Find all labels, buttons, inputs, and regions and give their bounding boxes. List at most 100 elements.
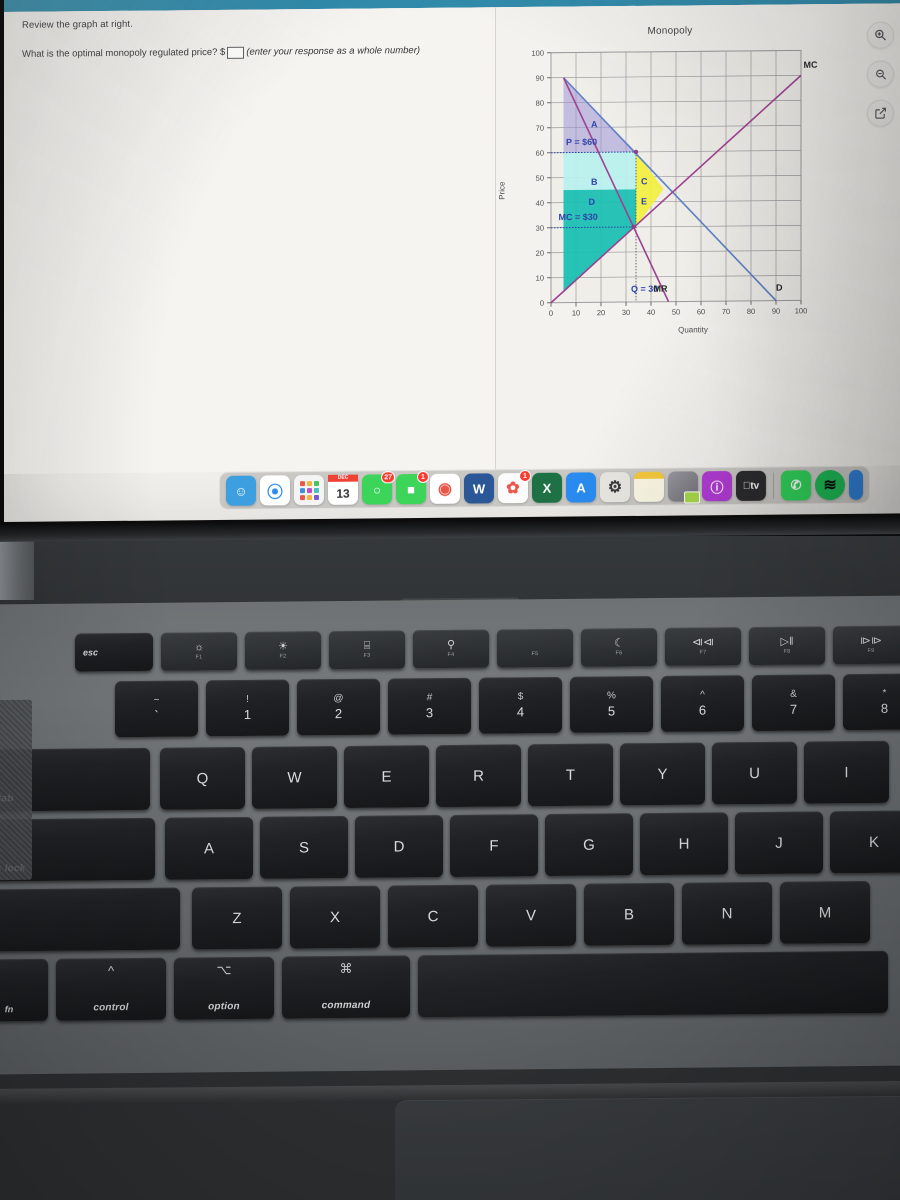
- svg-text:90: 90: [536, 74, 544, 83]
- monopoly-price-point: [634, 150, 638, 154]
- key-6[interactable]: ^ 6: [661, 675, 744, 732]
- dock-icon-microsoft-excel[interactable]: X: [532, 473, 562, 503]
- dock-icon-whatsapp[interactable]: ✆: [781, 470, 811, 500]
- key-control[interactable]: ^ control: [56, 958, 166, 1021]
- key-7[interactable]: & 7: [752, 674, 835, 731]
- key-k[interactable]: K: [830, 811, 900, 874]
- key-2[interactable]: @2: [297, 679, 380, 736]
- zoom-in-icon[interactable]: [867, 21, 894, 48]
- key-glyph: ⌘: [339, 962, 352, 975]
- key-glyph: ☾: [614, 638, 624, 649]
- key-s[interactable]: S: [260, 816, 348, 879]
- key-main-label: E: [381, 769, 391, 784]
- key-glyph: ☼: [194, 642, 204, 653]
- dock-icon-photos[interactable]: ✿ 1: [498, 473, 528, 503]
- open-in-new-window-icon[interactable]: [867, 99, 894, 126]
- question-text-block: Review the graph at right. What is the o…: [22, 16, 472, 62]
- key-v[interactable]: V: [486, 884, 576, 947]
- dock-icon-settings[interactable]: ⚙: [600, 472, 630, 502]
- key-main-label: S: [299, 840, 309, 855]
- svg-text:20: 20: [536, 249, 544, 258]
- dock-icon-microsoft-word[interactable]: W: [464, 473, 494, 503]
- exercise-content: Review the graph at right. What is the o…: [4, 3, 900, 474]
- dock-icon-facetime[interactable]: ■ 1: [396, 474, 426, 504]
- key-main-label: U: [749, 766, 760, 781]
- key-fn[interactable]: fn: [0, 959, 48, 1022]
- zoom-out-icon[interactable]: [867, 60, 894, 87]
- dock-icon-spotify[interactable]: ≋: [815, 470, 845, 500]
- svg-text:70: 70: [536, 124, 544, 133]
- key-main-label: R: [473, 768, 484, 783]
- dock-icon-partial-app[interactable]: [849, 470, 863, 500]
- f2-brightness-up[interactable]: ☀ F2: [245, 631, 321, 670]
- svg-text:40: 40: [647, 308, 655, 317]
- f5-dictation[interactable]:  F5: [497, 629, 573, 668]
- svg-text:100: 100: [795, 306, 808, 315]
- key-w[interactable]: W: [252, 746, 337, 809]
- key-shift[interactable]: shift: [0, 888, 180, 952]
- key-c[interactable]: C: [388, 885, 478, 948]
- key-main-label: W: [287, 770, 301, 785]
- key-3[interactable]: #3: [388, 678, 471, 735]
- key-a[interactable]: A: [165, 817, 253, 880]
- dock-icon-calendar[interactable]: DEC 13: [328, 475, 358, 505]
- key-main-label: C: [428, 909, 439, 924]
- key-h[interactable]: H: [640, 812, 728, 875]
- svg-text:0: 0: [540, 299, 544, 308]
- key-m[interactable]: M: [780, 881, 870, 944]
- key-n[interactable]: N: [682, 882, 772, 945]
- key-u[interactable]: U: [712, 742, 797, 805]
- key-backtick[interactable]: ~ `: [115, 680, 198, 737]
- dock-icon-finder[interactable]: ☺: [226, 476, 256, 506]
- key-command[interactable]: ⌘ command: [282, 955, 410, 1018]
- dock-icon-launchpad[interactable]: [294, 475, 324, 505]
- key-glyph: ☀: [278, 642, 288, 653]
- key-j[interactable]: J: [735, 811, 823, 874]
- key-main-label: B: [624, 907, 634, 922]
- key-z[interactable]: Z: [192, 887, 282, 950]
- dock-icon-podcasts[interactable]: ⓘ: [702, 471, 732, 501]
- esc[interactable]: esc: [75, 633, 153, 672]
- f3-mission-control[interactable]: ⌸ F3: [329, 630, 405, 669]
- dock-icon-preview[interactable]: [668, 471, 698, 501]
- f1-brightness-down[interactable]: ☼ F1: [161, 632, 237, 671]
- key-q[interactable]: Q: [160, 747, 245, 810]
- dock-icon-app-store[interactable]: A: [566, 472, 596, 502]
- key-g[interactable]: G: [545, 813, 633, 876]
- key-i[interactable]: I: [804, 741, 889, 804]
- key-glyph: ⌥: [217, 963, 232, 976]
- f7-rewind[interactable]: ⧏⧏ F7: [665, 627, 741, 666]
- key-b[interactable]: B: [584, 883, 674, 946]
- key-option[interactable]: ⌥ option: [174, 957, 274, 1020]
- dock-icon-notes[interactable]: [634, 472, 664, 502]
- dock-icon-messages[interactable]: ○ 27: [362, 474, 392, 504]
- key-8[interactable]: * 8: [843, 673, 900, 730]
- key-f[interactable]: F: [450, 814, 538, 877]
- dock-icon-safari[interactable]: ⦿: [260, 475, 290, 505]
- key-y[interactable]: Y: [620, 743, 705, 806]
- key-r[interactable]: R: [436, 744, 521, 807]
- key-main-label: T: [566, 767, 575, 782]
- graph-pane: Monopoly Price Quantity P = $60 MC = $30…: [497, 3, 900, 469]
- key-x[interactable]: X: [290, 886, 380, 949]
- key-e[interactable]: E: [344, 745, 429, 808]
- key-space[interactable]: [418, 951, 888, 1018]
- key-main-label: `: [154, 709, 158, 722]
- key-d[interactable]: D: [355, 815, 443, 878]
- key-1[interactable]: ! 1: [206, 680, 289, 737]
- key-main-label: 1: [244, 708, 251, 721]
- f9-fast-forward[interactable]: ⧐⧐ F9: [833, 626, 900, 665]
- key-5[interactable]: % 5: [570, 676, 653, 733]
- price-answer-input[interactable]: [227, 46, 244, 58]
- key-4[interactable]: $4: [479, 677, 562, 734]
- key-main-label: N: [722, 906, 733, 921]
- key-main-label: M: [819, 905, 832, 920]
- f8-play-pause[interactable]: ▷‖ F8: [749, 626, 825, 665]
- f4-spotlight[interactable]: ⚲ F4: [413, 630, 489, 669]
- dock-icon-chrome[interactable]: ◉: [430, 474, 460, 504]
- trackpad[interactable]: [395, 1096, 900, 1200]
- f6-do-not-disturb[interactable]: ☾ F6: [581, 628, 657, 667]
- key-t[interactable]: T: [528, 743, 613, 806]
- dock-icon-apple-tv[interactable]: tv: [736, 471, 766, 501]
- key-main-label: Z: [232, 911, 241, 926]
